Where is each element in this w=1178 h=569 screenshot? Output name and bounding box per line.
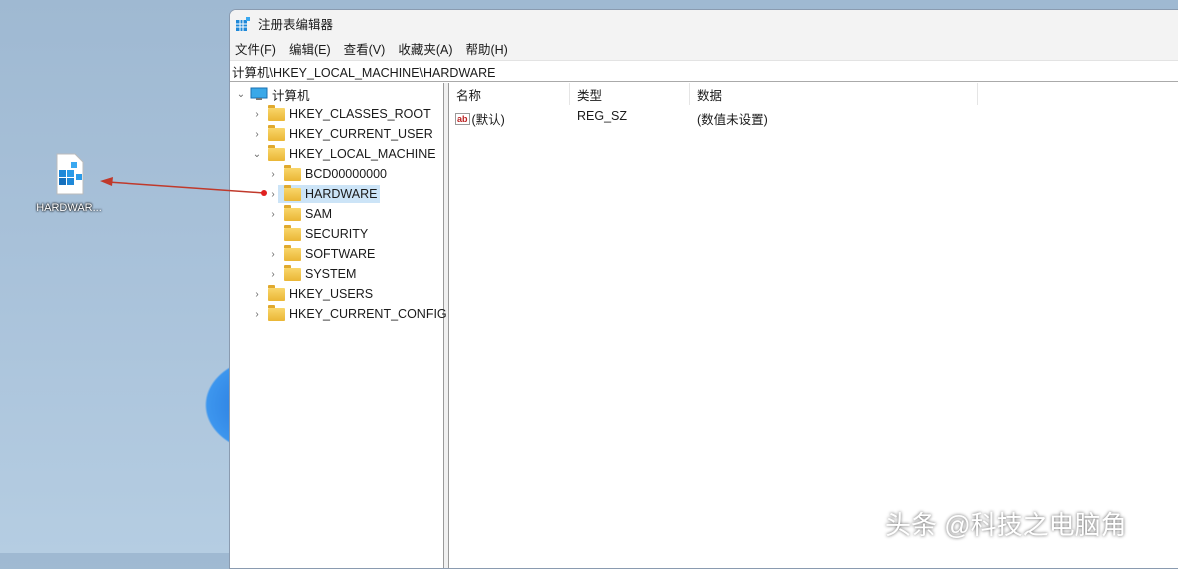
tree-item-sam[interactable]: › SAM	[268, 204, 332, 224]
registry-editor-window: 注册表编辑器 文件(F) 编辑(E) 查看(V) 收藏夹(A) 帮助(H) 计算…	[229, 9, 1178, 569]
menu-view[interactable]: 查看(V)	[344, 39, 386, 58]
menu-file[interactable]: 文件(F)	[235, 39, 276, 58]
tree-label: SYSTEM	[305, 267, 357, 281]
menu-bar: 文件(F) 编辑(E) 查看(V) 收藏夹(A) 帮助(H)	[230, 37, 1178, 60]
folder-icon	[284, 164, 301, 181]
reg-file-icon	[49, 152, 89, 196]
watermark: 头条 @科技之电脑角	[885, 510, 1127, 540]
tree-item-hardware[interactable]: › HARDWARE	[268, 184, 381, 204]
folder-icon	[284, 244, 301, 261]
tree-item-hku[interactable]: › HKEY_USERS	[252, 284, 373, 304]
tree-item-computer[interactable]: ⌄ 计算机	[236, 84, 310, 104]
value-row[interactable]: ab (默认)	[455, 109, 505, 128]
tree-item-hklm[interactable]: ⌄ HKEY_LOCAL_MACHINE	[252, 144, 436, 164]
chevron-right-icon[interactable]: ›	[252, 289, 262, 300]
string-value-icon: ab	[455, 112, 470, 125]
desktop-icon-label: HARDWAR...	[36, 202, 102, 214]
tree-label: HKEY_CURRENT_CONFIG	[289, 307, 447, 321]
tree-label: HKEY_LOCAL_MACHINE	[289, 147, 436, 161]
regedit-app-icon	[236, 16, 250, 31]
tree-item-hkcc[interactable]: › HKEY_CURRENT_CONFIG	[252, 304, 447, 324]
tree-label: SAM	[305, 207, 333, 221]
computer-icon	[250, 87, 268, 100]
folder-icon	[284, 184, 301, 201]
column-header-data[interactable]: 数据	[690, 83, 978, 105]
folder-icon	[268, 284, 285, 301]
tree-item-software[interactable]: › SOFTWARE	[268, 244, 375, 264]
column-header-type[interactable]: 类型	[570, 83, 690, 105]
tree-label: HKEY_USERS	[289, 287, 374, 301]
tree-label: HKEY_CURRENT_USER	[289, 127, 433, 141]
tree-label: SOFTWARE	[305, 247, 376, 261]
chevron-right-icon[interactable]: ›	[268, 169, 278, 180]
folder-icon	[284, 204, 301, 221]
tree-item-hkcr[interactable]: › HKEY_CLASSES_ROOT	[252, 104, 431, 124]
chevron-right-icon[interactable]: ›	[268, 249, 278, 260]
chevron-right-icon[interactable]: ›	[252, 309, 262, 320]
values-list[interactable]: 名称 类型 数据 ab (默认) REG_SZ (数值未设置)	[449, 83, 1178, 568]
tree-item-bcd[interactable]: › BCD00000000	[268, 164, 387, 184]
tree-label: SECURITY	[305, 227, 369, 241]
folder-icon	[268, 104, 285, 121]
folder-icon	[284, 264, 301, 281]
desktop-icon-hardware-reg[interactable]: HARDWAR...	[28, 152, 110, 214]
menu-edit[interactable]: 编辑(E)	[289, 39, 331, 58]
tree-item-security[interactable]: SECURITY	[268, 224, 368, 244]
tree-label: BCD00000000	[305, 167, 388, 181]
folder-icon	[284, 224, 301, 241]
chevron-right-icon[interactable]: ›	[252, 109, 262, 120]
tree-label: HKEY_CLASSES_ROOT	[289, 107, 431, 121]
title-bar: 注册表编辑器	[230, 10, 1178, 37]
chevron-right-icon[interactable]: ›	[268, 189, 278, 200]
chevron-right-icon[interactable]: ›	[268, 209, 278, 220]
key-tree[interactable]: ⌄ 计算机 › HKEY_CLASSES_ROOT › HKEY_CURRENT_U…	[230, 83, 447, 568]
folder-icon	[268, 144, 285, 161]
value-name: (默认)	[471, 113, 505, 127]
chevron-right-icon[interactable]: ›	[268, 269, 278, 280]
column-header-name[interactable]: 名称	[449, 83, 570, 105]
value-type: REG_SZ	[577, 109, 628, 123]
chevron-down-icon[interactable]: ⌄	[236, 89, 246, 100]
tree-item-system[interactable]: › SYSTEM	[268, 264, 356, 284]
tree-label: HARDWARE	[305, 187, 378, 201]
value-data: (数值未设置)	[697, 113, 768, 127]
menu-favorites[interactable]: 收藏夹(A)	[398, 39, 452, 58]
chevron-right-icon[interactable]: ›	[252, 129, 262, 140]
folder-icon	[268, 124, 285, 141]
chevron-down-icon[interactable]: ⌄	[252, 149, 262, 160]
window-title: 注册表编辑器	[258, 18, 334, 32]
menu-help[interactable]: 帮助(H)	[465, 39, 507, 58]
tree-item-hkcu[interactable]: › HKEY_CURRENT_USER	[252, 124, 433, 144]
folder-icon	[268, 304, 285, 321]
address-bar[interactable]: 计算机\HKEY_LOCAL_MACHINE\HARDWARE	[230, 60, 1178, 82]
tree-label: 计算机	[272, 88, 310, 103]
